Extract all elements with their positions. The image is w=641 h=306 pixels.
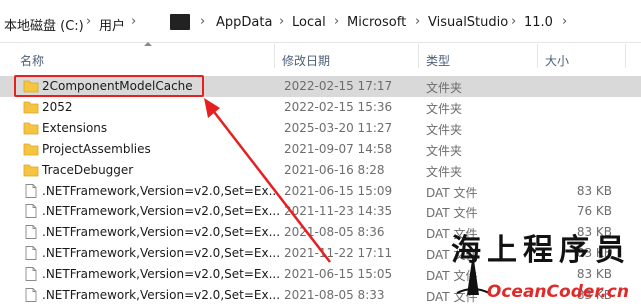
arrow-shaft <box>207 103 331 263</box>
watermark-title: 海上程序员 <box>451 233 631 268</box>
watermark-subtitle: OceanCoder.cn <box>486 282 629 302</box>
